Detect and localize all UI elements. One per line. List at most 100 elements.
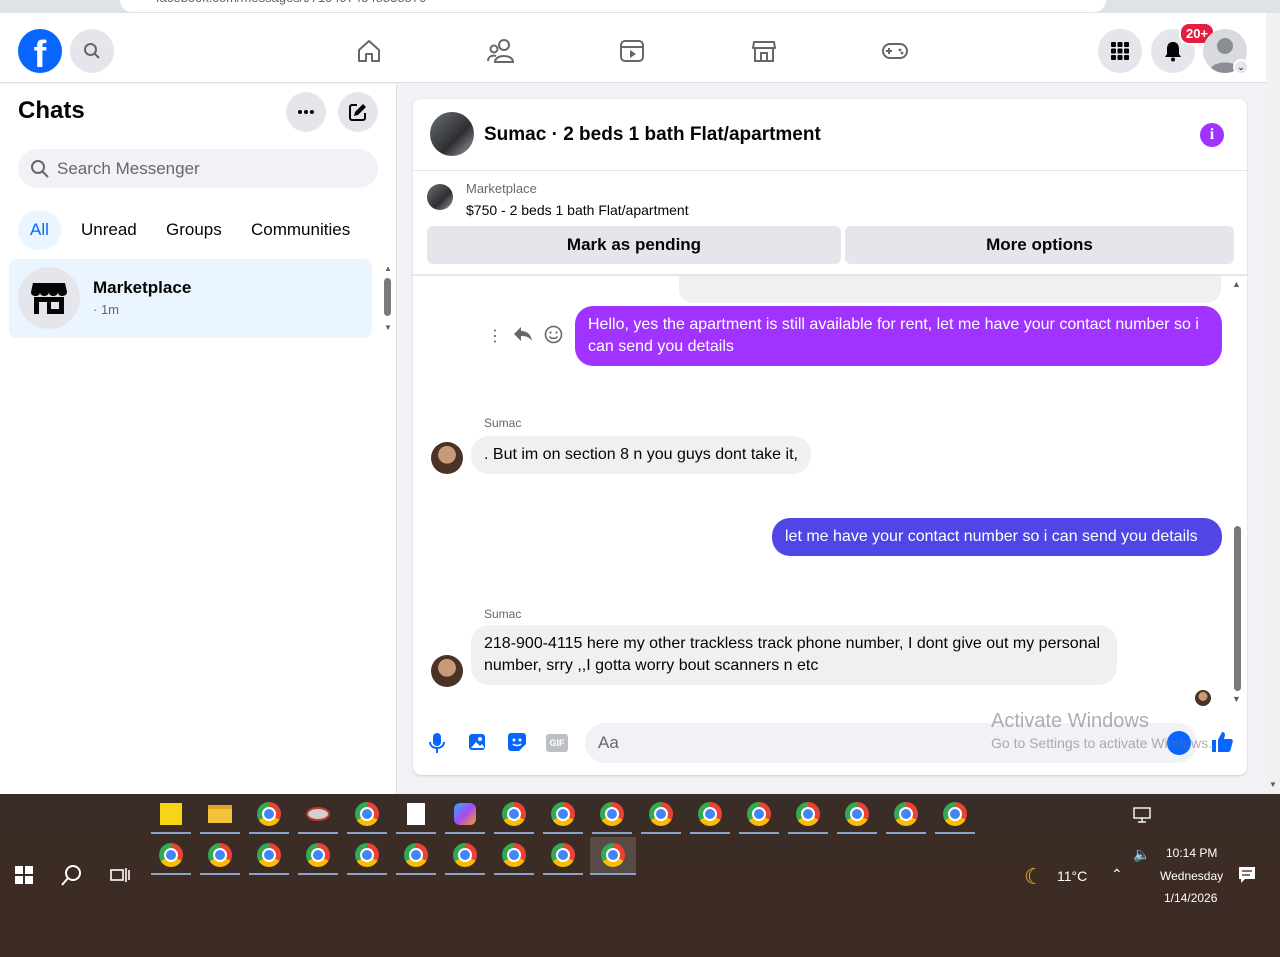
listing-small-thumbnail: [427, 184, 453, 210]
taskbar-chrome-profile[interactable]: [641, 796, 681, 834]
app-icon: [306, 807, 330, 821]
clock-time[interactable]: 10:14 PM: [1166, 846, 1217, 860]
previous-message-fragment: [679, 276, 1221, 303]
react-emoji-icon[interactable]: [544, 325, 563, 344]
filter-groups[interactable]: Groups: [154, 210, 234, 250]
info-icon[interactable]: i: [1200, 123, 1224, 147]
moon-weather-icon[interactable]: ☾: [1024, 864, 1044, 890]
windows-start-icon[interactable]: [15, 866, 33, 884]
taskbar-chrome-profile[interactable]: [249, 837, 289, 875]
message-outgoing[interactable]: let me have your contact number so i can…: [772, 518, 1222, 556]
marketplace-icon: [752, 41, 776, 62]
sidebar-scrollbar-thumb[interactable]: [384, 278, 391, 316]
weather-temperature[interactable]: 11°C: [1057, 868, 1087, 884]
chrome-icon: [943, 802, 967, 826]
facebook-logo[interactable]: f: [18, 29, 62, 73]
thumbs-up-icon[interactable]: [1210, 730, 1234, 754]
reply-icon[interactable]: [513, 325, 533, 343]
scroll-down-arrow[interactable]: ▼: [384, 323, 392, 332]
message-incoming[interactable]: 218-900-4115 here my other trackless tra…: [471, 625, 1117, 685]
clock-date[interactable]: 1/14/2026: [1164, 891, 1217, 905]
message-outgoing[interactable]: Hello, yes the apartment is still availa…: [575, 306, 1222, 366]
search-icon[interactable]: [61, 864, 83, 886]
marketplace-avatar: [18, 267, 80, 329]
taskbar-chrome-profile[interactable]: [690, 796, 730, 834]
taskbar-chrome-profile[interactable]: [788, 796, 828, 834]
taskbar-chrome-profile[interactable]: [886, 796, 926, 834]
nav-marketplace[interactable]: [734, 23, 794, 79]
chrome-icon: [355, 843, 379, 867]
conversation-panel: Sumac · 2 beds 1 bath Flat/apartment i M…: [413, 99, 1247, 775]
microphone-icon[interactable]: [429, 732, 445, 754]
chrome-icon: [649, 802, 673, 826]
taskbar-chrome-profile[interactable]: [347, 837, 387, 875]
sender-avatar[interactable]: [431, 655, 463, 687]
listing-summary[interactable]: $750 - 2 beds 1 bath Flat/apartment: [466, 202, 689, 218]
taskbar-chrome-profile[interactable]: [445, 837, 485, 875]
taskbar-chrome-active[interactable]: [590, 837, 636, 875]
message-more-icon[interactable]: ⋮: [487, 326, 503, 346]
chrome-icon: [208, 843, 232, 867]
taskbar-chrome-profile[interactable]: [396, 837, 436, 875]
filter-all[interactable]: All: [18, 210, 61, 250]
scroll-up-arrow[interactable]: ▲: [1232, 279, 1241, 289]
nav-home[interactable]: [339, 23, 399, 79]
taskbar-chrome-profile[interactable]: [543, 837, 583, 875]
mark-as-pending-button[interactable]: Mark as pending: [427, 226, 841, 264]
address-bar[interactable]: facebook.com/messages/t/7104974548838570: [120, 0, 1106, 12]
chat-options-button[interactable]: [286, 92, 326, 132]
search-messenger-input[interactable]: Search Messenger: [18, 149, 378, 188]
chrome-icon: [502, 802, 526, 826]
gif-icon[interactable]: GIF: [546, 734, 568, 752]
listing-thumbnail[interactable]: [430, 112, 474, 156]
notification-center-icon[interactable]: [1238, 866, 1256, 884]
taskbar-chrome-profile[interactable]: [347, 796, 387, 834]
conversation-title[interactable]: Sumac · 2 beds 1 bath Flat/apartment: [484, 124, 821, 146]
sender-avatar[interactable]: [431, 442, 463, 474]
taskbar-chrome-profile[interactable]: [494, 796, 534, 834]
photo-icon[interactable]: [468, 733, 486, 751]
more-options-button[interactable]: More options: [845, 226, 1234, 264]
scroll-down-arrow[interactable]: ▼: [1232, 694, 1241, 704]
nav-friends[interactable]: [471, 23, 531, 79]
sticker-icon[interactable]: [507, 732, 527, 752]
taskbar-chrome[interactable]: [249, 796, 289, 834]
nav-gaming[interactable]: [865, 23, 925, 79]
taskbar-chrome-profile[interactable]: [298, 837, 338, 875]
grid-menu-icon: [1111, 42, 1129, 60]
taskbar-copilot[interactable]: [445, 796, 485, 834]
chevron-down-icon[interactable]: ⌄: [1233, 59, 1249, 75]
show-hidden-icons-chevron-up-icon[interactable]: ⌃: [1111, 866, 1123, 883]
search-button[interactable]: [70, 29, 114, 73]
scroll-up-arrow[interactable]: ▲: [384, 264, 392, 273]
message-incoming[interactable]: . But im on section 8 n you guys dont ta…: [471, 436, 811, 474]
taskbar-chrome-profile[interactable]: [151, 837, 191, 875]
page-scrollbar[interactable]: ▼: [1266, 13, 1280, 794]
listing-source: Marketplace: [466, 181, 537, 196]
messages-scrollbar-thumb[interactable]: [1234, 526, 1241, 691]
taskbar-chrome-profile[interactable]: [200, 837, 240, 875]
taskbar-chrome-profile[interactable]: [543, 796, 583, 834]
volume-icon[interactable]: 🔈: [1133, 846, 1150, 863]
network-icon[interactable]: [1133, 807, 1151, 823]
taskbar-app[interactable]: [298, 796, 338, 834]
taskbar-notepad[interactable]: [396, 796, 436, 834]
taskbar-chrome-profile[interactable]: [837, 796, 877, 834]
task-view-icon[interactable]: [110, 866, 130, 884]
new-message-button[interactable]: [338, 92, 378, 132]
menu-button[interactable]: [1098, 29, 1142, 73]
taskbar-chrome-profile[interactable]: [739, 796, 779, 834]
conversation-time: · 1m: [93, 302, 119, 317]
scroll-down-arrow[interactable]: ▼: [1269, 780, 1277, 789]
filter-communities[interactable]: Communities: [239, 210, 362, 250]
taskbar-file-explorer[interactable]: [200, 796, 240, 834]
nav-video[interactable]: [602, 23, 662, 79]
taskbar-chrome-profile[interactable]: [494, 837, 534, 875]
taskbar-sticky-notes[interactable]: [151, 796, 191, 834]
taskbar-chrome-profile[interactable]: [592, 796, 632, 834]
conversation-item-marketplace[interactable]: Marketplace · 1m: [9, 259, 372, 338]
taskbar-chrome-profile[interactable]: [935, 796, 975, 834]
facebook-top-nav: f 20+ ⌄: [0, 13, 1266, 83]
filter-unread[interactable]: Unread: [69, 210, 149, 250]
clock-day[interactable]: Wednesday: [1160, 869, 1223, 883]
